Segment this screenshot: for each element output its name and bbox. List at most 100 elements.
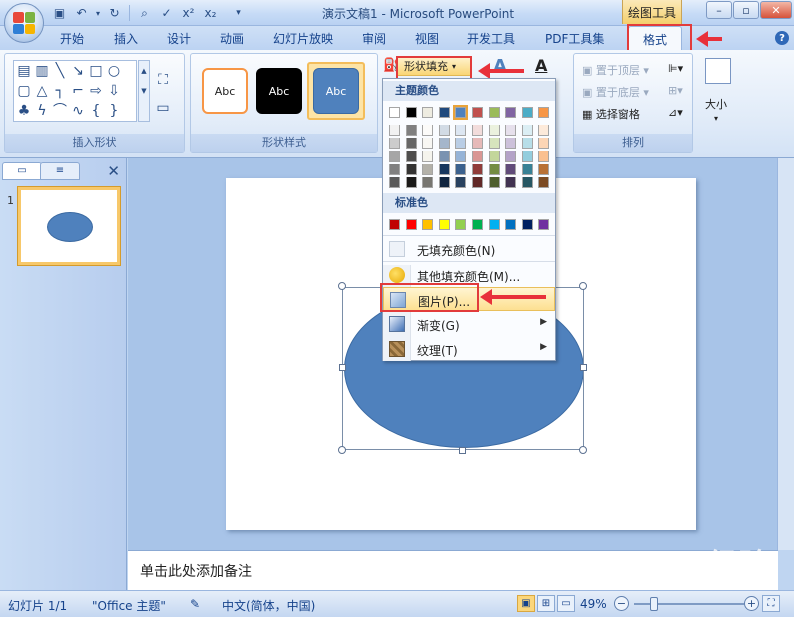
tab-slideshow[interactable]: 幻灯片放映: [273, 30, 333, 47]
theme-color-swatch[interactable]: [389, 164, 400, 175]
rotate-icon[interactable]: ⊿▾: [668, 106, 683, 119]
theme-color-swatch[interactable]: [488, 107, 500, 118]
shapes-gallery-scroll[interactable]: ▲ ▼: [138, 60, 150, 122]
tab-animation[interactable]: 动画: [220, 30, 244, 47]
send-to-back-button[interactable]: ▣ 置于底层 ▾: [582, 84, 649, 100]
theme-color-swatch[interactable]: [488, 138, 500, 149]
triangle-icon[interactable]: △: [34, 83, 50, 99]
right-arrow-icon[interactable]: ⇨: [88, 83, 104, 99]
theme-color-swatch[interactable]: [472, 177, 483, 188]
theme-color-swatch[interactable]: [438, 177, 450, 188]
resize-handle[interactable]: [338, 446, 346, 454]
zoom-level[interactable]: 49%: [580, 597, 607, 611]
vertical-scrollbar[interactable]: [777, 158, 794, 550]
standard-color-swatch[interactable]: [505, 219, 517, 230]
print-preview-icon[interactable]: ⌕: [135, 4, 154, 22]
tab-pdf-tools[interactable]: PDF工具集: [545, 30, 604, 47]
theme-color-swatch[interactable]: [472, 125, 483, 136]
menu-item-gradient[interactable]: 渐变(G) ▶: [383, 312, 555, 336]
office-button[interactable]: [4, 3, 44, 43]
theme-color-swatch[interactable]: [488, 125, 500, 136]
wordart-style-icon[interactable]: A: [493, 56, 507, 77]
align-icon[interactable]: ⊫▾: [668, 62, 683, 75]
spelling-icon[interactable]: ✓: [157, 4, 176, 22]
rounded-rect-icon[interactable]: ▢: [16, 83, 32, 99]
group-icon[interactable]: ⊞▾: [668, 84, 683, 97]
theme-color-swatch[interactable]: [422, 164, 434, 175]
menu-item-texture[interactable]: 纹理(T) ▶: [383, 337, 555, 361]
draw-textbox-icon[interactable]: ▭: [155, 100, 171, 116]
resize-handle[interactable]: [339, 364, 346, 371]
standard-color-swatch[interactable]: [488, 219, 500, 230]
theme-color-swatch[interactable]: [538, 107, 550, 118]
theme-color-swatch[interactable]: [455, 151, 467, 162]
resize-handle[interactable]: [459, 447, 466, 454]
theme-color-swatch[interactable]: [472, 138, 483, 149]
theme-color-swatch[interactable]: [422, 151, 434, 162]
theme-color-swatch[interactable]: [422, 138, 434, 149]
style-sample-black[interactable]: Abc: [256, 68, 302, 114]
theme-color-swatch[interactable]: [405, 125, 417, 136]
style-sample-orange-outline[interactable]: Abc: [202, 68, 248, 114]
wave-icon[interactable]: ∿: [70, 103, 86, 119]
resize-handle[interactable]: [580, 364, 587, 371]
standard-color-swatch[interactable]: [455, 219, 467, 230]
theme-color-swatch[interactable]: [422, 177, 434, 188]
arrow-line-icon[interactable]: ↘: [70, 63, 86, 79]
size-dropdown-icon[interactable]: ▾: [714, 114, 718, 123]
theme-color-swatch[interactable]: [505, 107, 517, 118]
left-brace-icon[interactable]: {: [88, 103, 104, 119]
theme-color-swatch[interactable]: [438, 107, 450, 118]
selection-pane-button[interactable]: ▦ 选择窗格: [582, 106, 640, 122]
theme-color-swatch[interactable]: [538, 138, 550, 149]
redo-icon[interactable]: ↻: [105, 4, 124, 22]
theme-color-swatch[interactable]: [405, 138, 417, 149]
lightning-icon[interactable]: ϟ: [34, 103, 50, 119]
close-panel-icon[interactable]: ✕: [107, 162, 120, 180]
standard-color-swatch[interactable]: [389, 219, 400, 230]
theme-color-swatch[interactable]: [405, 177, 417, 188]
standard-color-swatch[interactable]: [422, 219, 434, 230]
theme-color-swatch[interactable]: [422, 125, 434, 136]
theme-color-swatch[interactable]: [488, 164, 500, 175]
help-icon[interactable]: ?: [775, 31, 789, 45]
resize-handle[interactable]: [579, 282, 587, 290]
minimize-icon[interactable]: –: [706, 1, 732, 19]
standard-color-swatch[interactable]: [438, 219, 450, 230]
theme-color-swatch[interactable]: [455, 125, 467, 136]
subscript-icon[interactable]: x₂: [201, 4, 220, 22]
slide-sorter-button[interactable]: ⊞: [537, 595, 555, 612]
theme-color-swatch[interactable]: [505, 138, 517, 149]
size-label[interactable]: 大小: [705, 96, 727, 112]
theme-color-swatch[interactable]: [488, 177, 500, 188]
standard-color-swatch[interactable]: [521, 219, 533, 230]
save-icon[interactable]: ▣: [50, 4, 69, 22]
standard-color-swatch[interactable]: [538, 219, 550, 230]
theme-color-swatch[interactable]: [521, 164, 533, 175]
theme-color-swatch[interactable]: [422, 107, 434, 118]
maximize-icon[interactable]: ▫: [733, 1, 759, 19]
theme-color-swatch[interactable]: [455, 164, 467, 175]
oval-icon[interactable]: ○: [106, 63, 122, 79]
theme-color-swatch[interactable]: [472, 107, 483, 118]
dropdown-icon[interactable]: ▾: [94, 4, 102, 22]
elbow-connector-icon[interactable]: ┐: [52, 83, 68, 99]
tab-review[interactable]: 审阅: [362, 30, 386, 47]
shapes-gallery[interactable]: ▤ ▥ ╲ ↘ □ ○ ▢ △ ┐ ⌐ ⇨ ⇩ ♣ ϟ ⌒ ∿ { }: [13, 60, 137, 122]
theme-color-swatch[interactable]: [521, 177, 533, 188]
slide-thumbnail[interactable]: [17, 186, 121, 266]
down-arrow-icon[interactable]: ⇩: [106, 83, 122, 99]
customize-qat-icon[interactable]: ▾: [229, 4, 248, 22]
theme-color-swatch[interactable]: [538, 151, 550, 162]
curve-icon[interactable]: ⌒: [52, 103, 68, 119]
superscript-icon[interactable]: x²: [179, 4, 198, 22]
zoom-slider-thumb[interactable]: [650, 597, 658, 611]
theme-color-swatch[interactable]: [472, 164, 483, 175]
slideshow-button[interactable]: ▭: [557, 595, 575, 612]
text-fill-icon[interactable]: A: [535, 56, 547, 75]
theme-color-swatch[interactable]: [389, 125, 400, 136]
theme-color-swatch[interactable]: [453, 105, 469, 120]
theme-color-swatch[interactable]: [389, 177, 400, 188]
resize-handle[interactable]: [338, 282, 346, 290]
theme-color-swatch[interactable]: [438, 164, 450, 175]
